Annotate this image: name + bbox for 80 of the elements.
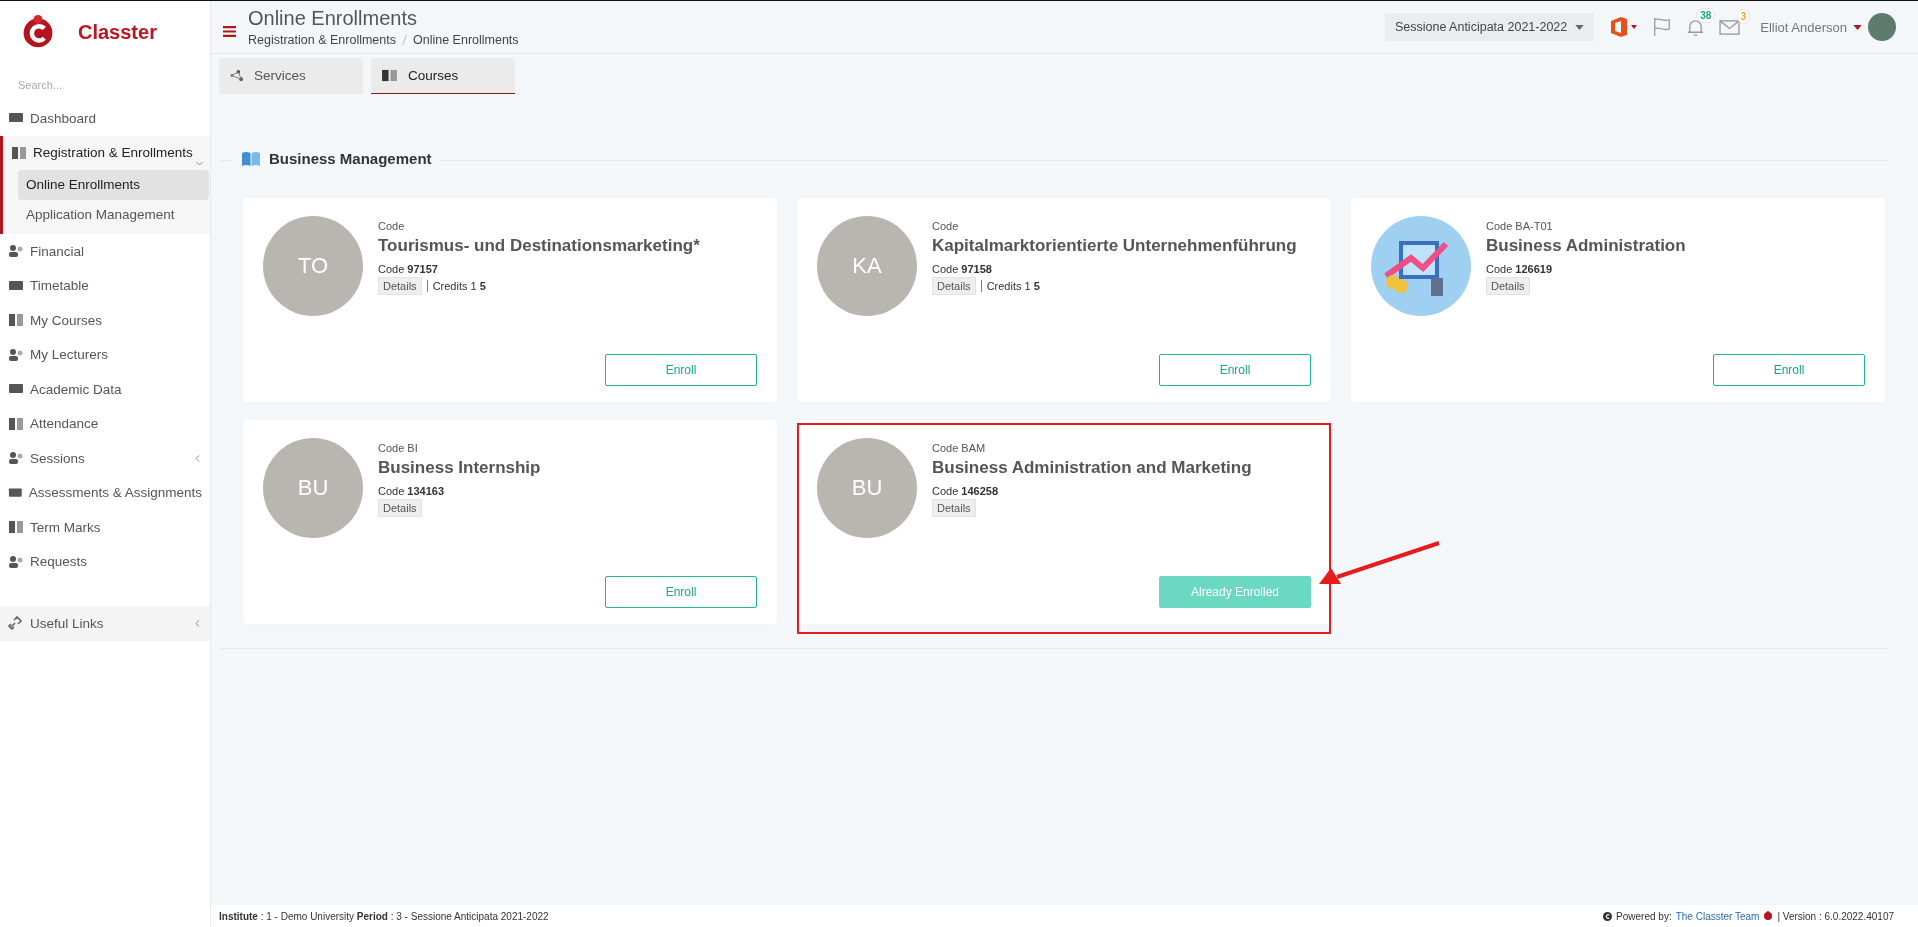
course-code: Code 97158 xyxy=(932,263,992,275)
details-button[interactable]: Details xyxy=(378,499,422,517)
sidebar-subitem[interactable]: Online Enrollments xyxy=(18,170,209,200)
course-code: Code 97157 xyxy=(378,263,438,275)
sidebar-item[interactable]: Assessments & Assignments xyxy=(0,475,210,510)
course-title: Tourismus- und Destinationsmarketing* xyxy=(378,236,700,256)
team-link[interactable]: The Classter Team xyxy=(1675,910,1760,922)
menu-item-icon xyxy=(8,485,23,500)
tab[interactable]: Services xyxy=(219,58,363,94)
caret-icon xyxy=(1575,24,1585,30)
course-title: Business Administration xyxy=(1486,236,1686,256)
sidebar-item[interactable]: Term Marks xyxy=(0,510,210,545)
sidebar-item[interactable]: Registration & Enrollments xyxy=(3,135,210,170)
details-button[interactable]: Details xyxy=(932,277,976,295)
menu-item-icon xyxy=(8,451,24,466)
breadcrumb-link[interactable]: Online Enrollments xyxy=(413,33,519,47)
sidebar-item[interactable]: My Courses xyxy=(0,303,210,338)
network-icon xyxy=(229,69,244,82)
sidebar-item[interactable]: Dashboard xyxy=(0,101,210,136)
course-code-label: Code BAM xyxy=(932,442,986,454)
course-code: Code 146258 xyxy=(932,485,999,497)
tab[interactable]: Courses xyxy=(371,58,515,94)
menu-item-icon xyxy=(8,244,24,259)
menu-item-icon xyxy=(8,416,24,431)
details-button[interactable]: Details xyxy=(1486,277,1530,295)
menu-item-icon xyxy=(8,347,24,362)
section-title: Business Management xyxy=(269,150,432,167)
course-title: Business Administration and Marketing xyxy=(932,458,1252,478)
sidebar-item[interactable]: My Lecturers xyxy=(0,337,210,372)
period-dropdown[interactable]: Sessione Anticipata 2021-2022 xyxy=(1384,13,1595,41)
mail-icon[interactable] xyxy=(1719,18,1741,36)
menu-icon[interactable] xyxy=(223,25,236,37)
sidebar-item[interactable]: Sessions xyxy=(0,441,210,476)
course-title: Business Internship xyxy=(378,458,541,478)
powered-by-text: Powered by: xyxy=(1616,910,1672,922)
message-badge: 3 xyxy=(1736,8,1751,24)
sidebar-item[interactable]: Academic Data xyxy=(0,372,210,407)
course-code-label: Code xyxy=(378,220,405,232)
menu-item-icon xyxy=(8,520,24,535)
sidebar-item[interactable]: Useful Links xyxy=(0,606,210,641)
version-text: | Version : 6.0.2022.40107 xyxy=(1777,910,1894,922)
course-avatar: KA xyxy=(817,216,917,316)
office-icon[interactable] xyxy=(1608,16,1639,38)
copyright-icon xyxy=(1603,911,1613,921)
course-code: Code 134163 xyxy=(378,485,445,497)
sidebar-item[interactable]: Attendance xyxy=(0,406,210,441)
page-title: Online Enrollments xyxy=(248,7,418,30)
sidebar-item[interactable]: Timetable xyxy=(0,268,210,303)
logo-icon xyxy=(1763,911,1774,921)
book-icon xyxy=(381,69,398,82)
user-menu[interactable]: Elliot Anderson xyxy=(1760,19,1862,35)
book-icon xyxy=(241,150,261,167)
course-credits: Credits 1 5 xyxy=(432,280,486,292)
flag-icon[interactable] xyxy=(1652,17,1673,37)
link-icon xyxy=(8,616,24,631)
menu-item-icon xyxy=(8,313,24,328)
breadcrumb-link[interactable]: Registration & Enrollments xyxy=(248,33,396,47)
menu-item-icon xyxy=(8,278,24,293)
sidebar-item[interactable]: Requests xyxy=(0,544,210,579)
course-code-label: Code BA-T01 xyxy=(1486,220,1553,232)
bell-icon[interactable] xyxy=(1686,17,1706,37)
menu-item-icon xyxy=(11,145,27,160)
caret-icon xyxy=(1853,24,1862,30)
details-button[interactable]: Details xyxy=(378,277,422,295)
sidebar-item[interactable]: Financial xyxy=(0,234,210,269)
brand-name: Classter xyxy=(78,20,157,44)
course-code-label: Code xyxy=(932,220,959,232)
user-avatar[interactable] xyxy=(1868,13,1896,41)
course-code-label: Code BI xyxy=(378,442,418,454)
details-button[interactable]: Details xyxy=(932,499,976,517)
footer-info: Institute : 1 - Demo University Period : 3 - Sessione Anticipata 2021-2022 xyxy=(219,910,549,922)
menu-item-icon xyxy=(8,554,24,569)
course-title: Kapitalmarktorientierte Unternehmenführung xyxy=(932,236,1297,256)
course-avatar: TO xyxy=(263,216,363,316)
course-credits: Credits 1 5 xyxy=(986,280,1040,292)
course-code: Code 126619 xyxy=(1486,263,1553,275)
sidebar-subitem[interactable]: Application Management xyxy=(18,200,209,230)
notification-badge: 38 xyxy=(1696,7,1716,23)
course-avatar: BU xyxy=(263,438,363,538)
course-avatar: BU xyxy=(817,438,917,538)
